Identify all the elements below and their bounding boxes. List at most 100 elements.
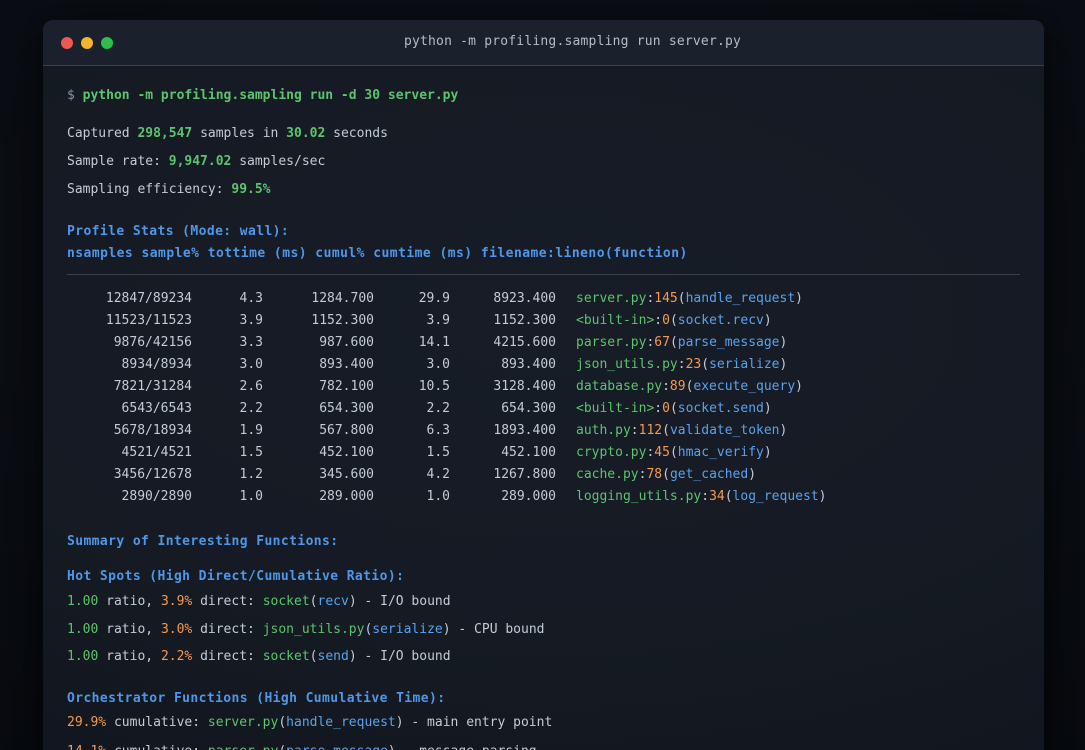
zoom-button-icon[interactable]: [101, 36, 113, 49]
cumulative-percent: 29.9%: [67, 715, 107, 730]
cell-cumtime: 452.100: [501, 445, 556, 460]
captured-label: Captured: [67, 126, 138, 141]
profile-stats-heading: Profile Stats (Mode: wall):: [67, 224, 290, 239]
efficiency-value: 99.5%: [231, 182, 271, 197]
text-segment: ): [748, 467, 757, 482]
cell-sample_pct: 3.0: [239, 357, 263, 372]
cell-cumul_pct: 3.0: [426, 357, 450, 372]
orchestrator-list: 29.9% cumulative: server.py(handle_reque…: [67, 713, 1020, 750]
function-name: send: [317, 649, 349, 664]
cell-cumtime: 1152.300: [493, 313, 556, 328]
text-segment: (: [662, 467, 670, 482]
text-segment: - I/O bound: [356, 594, 451, 609]
captured-samples-value: 298,547: [137, 126, 193, 141]
text-segment: ): [763, 445, 772, 460]
cell-nsamples: 2890/2890: [121, 489, 192, 504]
stats-table: 12847/89234 4.3 1284.700 29.9 8923.400 server…: [67, 288, 1020, 508]
direct-percent: 3.0%: [160, 621, 193, 637]
cell-location: <built-in>:0(socket.recv): [556, 310, 1020, 332]
table-row: 4521/4521 1.5 452.100 1.5 452.100 crypto.py:4…: [67, 442, 1020, 464]
file-name: socket: [262, 594, 310, 609]
text-segment: cumulative:: [106, 715, 208, 730]
text-segment: (: [669, 445, 678, 460]
text-segment: :: [630, 423, 639, 438]
cell-sample_pct: 2.6: [239, 379, 263, 394]
function-name: hmac_verify: [677, 445, 764, 460]
file-name: database.py: [576, 379, 663, 394]
command-line: $ python -m profiling.sampling run -d 30…: [67, 86, 1020, 106]
text-segment: (: [309, 649, 318, 664]
sample-rate-unit: samples/sec: [231, 154, 326, 169]
cell-cumul_pct: 10.5: [418, 379, 450, 394]
text-segment: :: [701, 489, 710, 504]
cell-cumtime: 289.000: [501, 489, 556, 504]
cell-cumtime: 4215.600: [493, 335, 556, 350]
table-row: 12847/89234 4.3 1284.700 29.9 8923.400 server…: [67, 288, 1020, 310]
file-name: server.py: [207, 715, 279, 730]
captured-line: Captured 298,547 samples in 30.02 second…: [67, 124, 1020, 144]
text-segment: (: [309, 594, 318, 609]
command-text: python -m profiling.sampling run -d 30 s…: [82, 88, 459, 103]
cell-cumul_pct: 1.0: [426, 489, 450, 504]
function-name: socket.recv: [677, 313, 764, 328]
function-name: execute_query: [693, 379, 796, 394]
captured-label-end: seconds: [325, 126, 388, 141]
cell-cumul_pct: 3.9: [426, 313, 450, 328]
titlebar[interactable]: python -m profiling.sampling run server.…: [43, 20, 1044, 66]
hot-spot-item: 1.00 ratio, 2.2% direct: socket(send) - …: [67, 647, 1020, 667]
function-name: recv: [317, 594, 349, 609]
file-name: <built-in>: [576, 313, 655, 328]
text-segment: (: [669, 401, 678, 416]
text-segment: ): [395, 715, 404, 730]
cell-cumul_pct: 1.5: [426, 445, 450, 460]
file-name: json_utils.py: [576, 357, 678, 372]
cell-location: server.py:145(handle_request): [556, 288, 1020, 310]
cell-sample_pct: 1.0: [239, 489, 263, 504]
cell-cumul_pct: 6.3: [426, 423, 450, 438]
text-segment: :: [662, 379, 670, 394]
table-row: 6543/6543 2.2 654.300 2.2 654.300 <built-in>:…: [67, 398, 1020, 420]
file-name: json_utils.py: [262, 621, 365, 637]
text-segment: direct:: [192, 621, 263, 637]
line-number: 34: [709, 489, 725, 504]
text-segment: (: [669, 335, 678, 350]
text-segment: - I/O bound: [356, 649, 451, 664]
line-number: 67: [654, 335, 670, 350]
file-name: <built-in>: [576, 401, 655, 416]
line-number: 23: [685, 357, 702, 372]
line-number: 112: [638, 423, 663, 438]
text-segment: (: [278, 715, 287, 730]
cell-sample_pct: 1.2: [239, 467, 263, 482]
cell-sample_pct: 3.3: [239, 335, 263, 350]
terminal-output: $ python -m profiling.sampling run -d 30…: [43, 86, 1044, 750]
ratio-value: 1.00: [67, 649, 99, 664]
close-button-icon[interactable]: [61, 36, 73, 49]
function-name: serialize: [709, 357, 780, 372]
cell-nsamples: 3456/12678: [113, 467, 192, 482]
orchestrator-item: 29.9% cumulative: server.py(handle_reque…: [67, 713, 1020, 733]
cell-nsamples: 11523/11523: [105, 313, 192, 328]
cell-location: crypto.py:45(hmac_verify): [556, 442, 1020, 464]
cell-cumul_pct: 14.1: [418, 335, 450, 350]
cell-location: database.py:89(execute_query): [556, 376, 1020, 398]
text-segment: direct:: [192, 594, 263, 609]
cell-nsamples: 7821/31284: [113, 379, 192, 394]
cell-sample_pct: 4.3: [239, 291, 263, 306]
captured-duration-value: 30.02: [286, 126, 326, 141]
cell-tottime: 345.600: [319, 467, 374, 482]
table-header: nsamples sample% tottime (ms) cumul% cum…: [67, 246, 688, 261]
text-segment: ): [388, 744, 396, 750]
hot-spot-item: 1.00 ratio, 3.9% direct: socket(recv) - …: [67, 592, 1020, 612]
file-name: parser.py: [576, 335, 647, 350]
text-segment: (: [662, 423, 670, 438]
cell-cumtime: 893.400: [501, 357, 556, 372]
function-name: get_cached: [669, 467, 749, 482]
file-name: server.py: [576, 291, 647, 306]
function-name: log_request: [732, 489, 819, 504]
minimize-button-icon[interactable]: [81, 36, 93, 49]
cell-tottime: 567.800: [319, 423, 374, 438]
function-name: serialize: [372, 621, 443, 637]
cell-tottime: 782.100: [319, 379, 374, 394]
efficiency-label: Sampling efficiency:: [67, 182, 232, 197]
text-segment: ): [348, 594, 357, 609]
